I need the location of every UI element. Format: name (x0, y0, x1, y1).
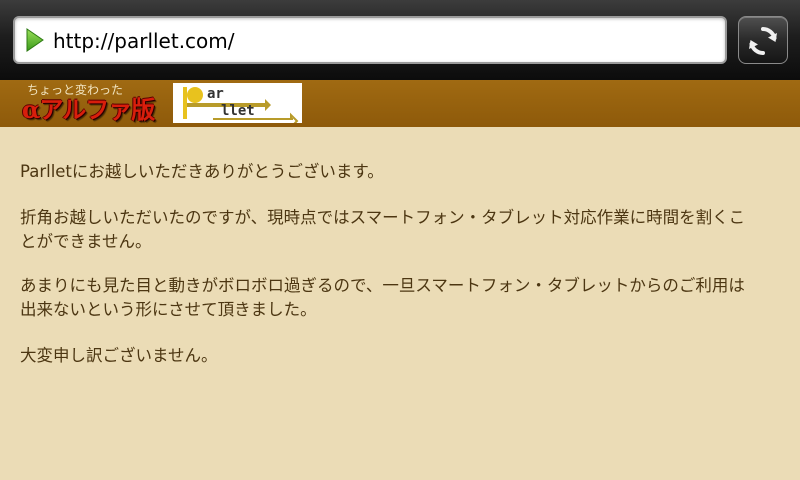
play-arrow-icon (26, 28, 44, 52)
svg-text:llet: llet (221, 103, 255, 119)
paragraph-welcome: Parlletにお越しいただきありがとうございます。 (20, 162, 384, 181)
svg-text:ar: ar (207, 86, 224, 102)
refresh-button[interactable] (738, 16, 788, 64)
paragraph-no-time: 折角お越しいただいたのですが、現時点ではスマートフォン・タブレット対応作業に時間… (20, 208, 746, 251)
site-logo[interactable]: ちょっと変わった αアルファ版 (22, 83, 170, 125)
logo-main-text: αアルファ版 (22, 95, 155, 124)
refresh-icon (749, 27, 777, 55)
paragraph-disabled: あまりにも見た目と動きがボロボロ過ぎるので、一旦スマートフォン・タブレットからの… (20, 276, 745, 319)
paragraph-apology: 大変申し訳ございません。 (20, 346, 218, 365)
parllet-badge[interactable]: ar llet (173, 83, 302, 123)
url-text[interactable]: http://parllet.com/ (53, 29, 235, 53)
parllet-logo-icon: ar llet (183, 86, 299, 123)
browser-toolbar: http://parllet.com/ (0, 0, 800, 80)
url-bar[interactable]: http://parllet.com/ (13, 16, 727, 64)
main-content: Parlletにお越しいただきありがとうございます。 折角お越しいただいたのです… (20, 160, 760, 390)
site-header: ちょっと変わった αアルファ版 ar llet (0, 80, 800, 127)
